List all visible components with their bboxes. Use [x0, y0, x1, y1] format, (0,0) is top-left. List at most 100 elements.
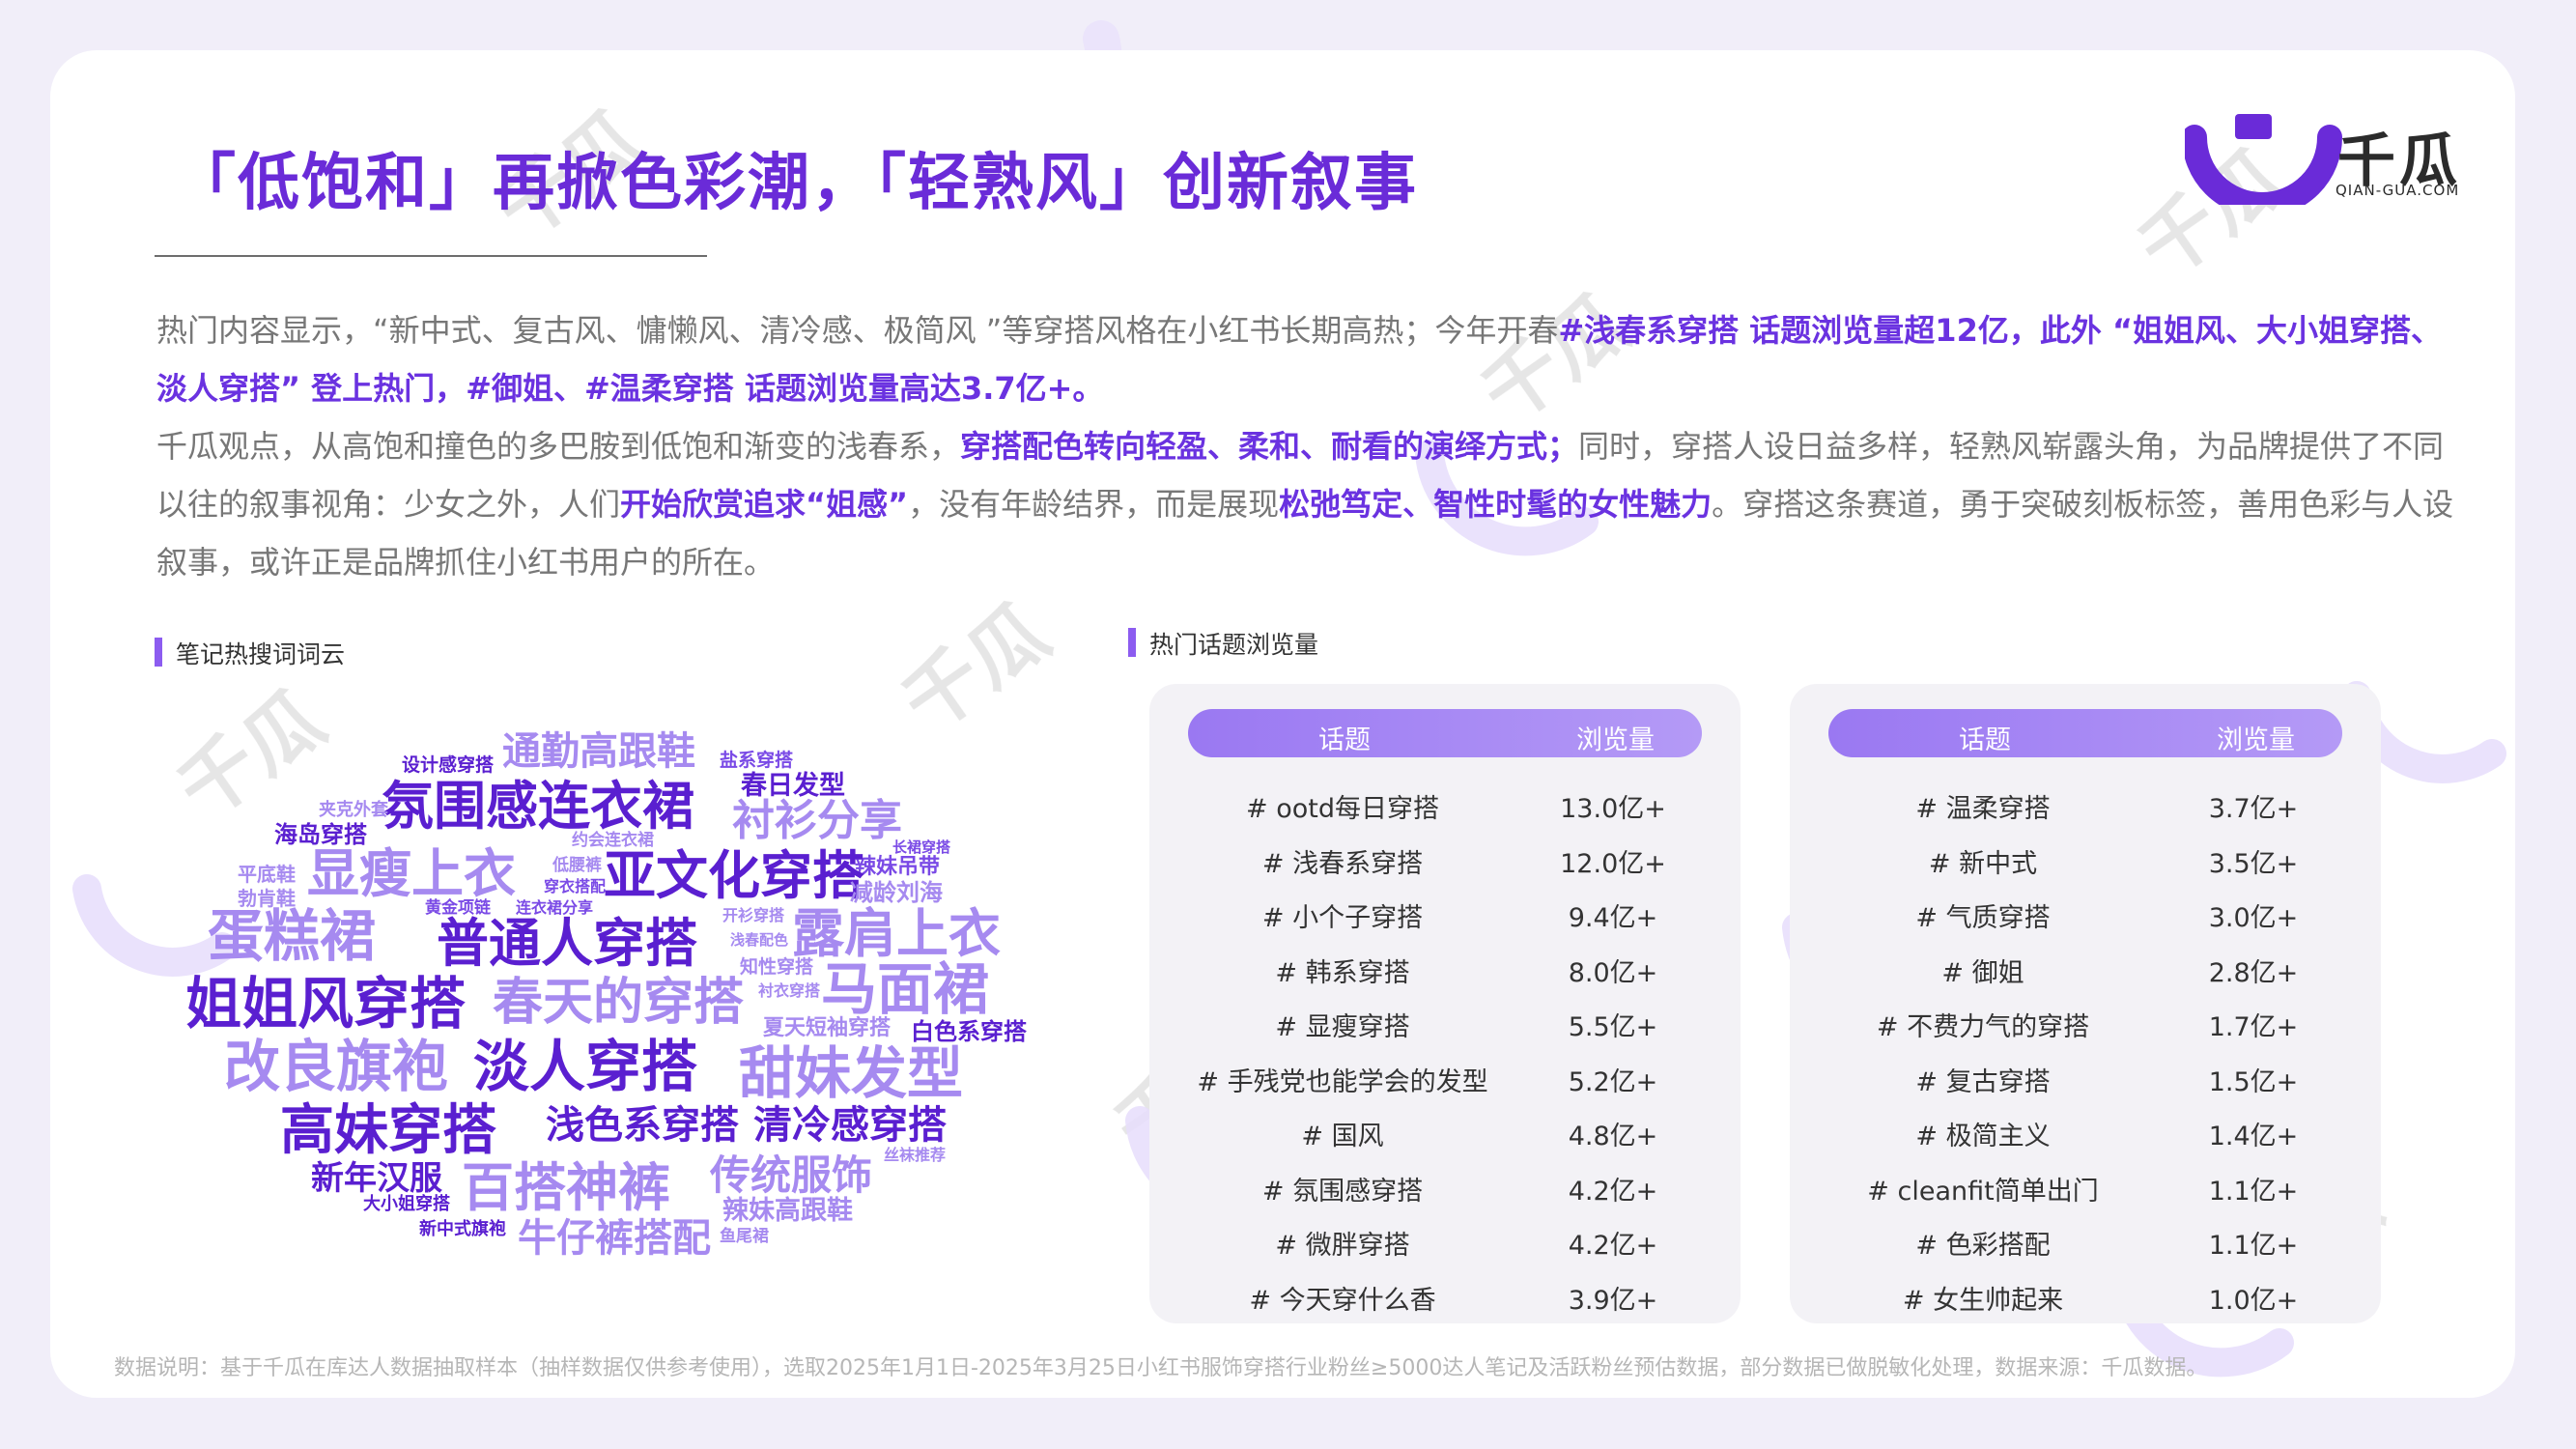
table-row: # 新中式 3.5亿+: [1790, 831, 2381, 885]
views-cell: 5.2亿+: [1568, 1066, 1658, 1097]
table-row: # 御姐 2.8亿+: [1790, 940, 2381, 994]
topic-table-right: 话题 浏览量 # 温柔穿搭 3.7亿+ # 新中式 3.5亿+ # 气质穿搭 3.0亿+ #…: [1790, 684, 2381, 1323]
topic-cell: # 温柔穿搭: [1915, 794, 2051, 824]
cloud-word: 衬衣穿搭: [758, 981, 821, 1000]
table-row: # 显瘦穿搭 5.5亿+: [1149, 994, 1741, 1048]
section-title-table: 热门话题浏览量: [1128, 626, 1318, 661]
cloud-word: 春日发型: [741, 771, 845, 801]
table-row: # cleanfit简单出门 1.1亿+: [1790, 1158, 2381, 1212]
topic-table-left: 话题 浏览量 # ootd每日穿搭 13.0亿+ # 浅春系穿搭 12.0亿+ # 小个…: [1149, 684, 1741, 1323]
views-cell: 12.0亿+: [1560, 848, 1666, 879]
cloud-word: 显瘦上衣: [307, 843, 516, 904]
views-cell: 1.5亿+: [2208, 1066, 2299, 1097]
views-cell: 1.1亿+: [2208, 1176, 2299, 1207]
header-views: 浏览量: [1576, 725, 1655, 755]
cloud-word: 新年汉服: [311, 1159, 442, 1198]
topic-cell: # 女生帅起来: [1902, 1285, 2064, 1316]
views-cell: 4.2亿+: [1568, 1176, 1658, 1207]
highlight-text: 松弛笃定、智性时髦的女性魅力: [1279, 486, 1713, 523]
cloud-word: 淡人穿搭: [473, 1034, 698, 1099]
topic-cell: # 手残党也能学会的发型: [1197, 1066, 1488, 1097]
cloud-word: 夹克外套: [319, 800, 388, 820]
cloud-word: 开衫穿搭: [722, 906, 785, 924]
topic-cell: # 不费力气的穿搭: [1876, 1012, 2090, 1042]
cloud-word: 新中式旗袍: [419, 1219, 506, 1239]
table-row: # 微胖穿搭 4.2亿+: [1149, 1212, 1741, 1266]
topic-cell: # ootd每日穿搭: [1246, 794, 1439, 824]
cloud-word: 普通人穿搭: [437, 913, 697, 974]
topic-cell: # 显瘦穿搭: [1275, 1012, 1410, 1042]
data-footnote: 数据说明：基于千瓜在库达人数据抽取样本（抽样数据仅供参考使用），选取2025年1…: [114, 1356, 2208, 1380]
views-cell: 8.0亿+: [1568, 957, 1658, 988]
section-bar: [1128, 628, 1136, 657]
topic-cell: # 色彩搭配: [1915, 1231, 2051, 1261]
table-row: # 复古穿搭 1.5亿+: [1790, 1049, 2381, 1103]
word-cloud: 通勤高跟鞋 盐系穿搭 设计感穿搭 春日发型 氛围感连衣裙 夹克外套 海岛穿搭 衬衫分享 长裙穿搭…: [0, 0, 1062, 1352]
topic-cell: # 极简主义: [1915, 1122, 2051, 1151]
table-row: # 国风 4.8亿+: [1149, 1103, 1741, 1157]
table-row: # 韩系穿搭 8.0亿+: [1149, 940, 1741, 994]
header-topic: 话题: [1959, 725, 2011, 755]
cloud-word: 知性穿搭: [740, 956, 814, 978]
views-cell: 4.2亿+: [1568, 1231, 1658, 1261]
cloud-word: 减龄刘海: [850, 879, 943, 906]
cloud-word: 衬衫分享: [732, 796, 902, 845]
views-cell: 3.9亿+: [1568, 1285, 1658, 1316]
cloud-word: 穿衣搭配: [544, 877, 607, 895]
cloud-word: 牛仔裤搭配: [518, 1216, 711, 1261]
topic-cell: # cleanfit简单出门: [1867, 1176, 2099, 1207]
views-cell: 13.0亿+: [1560, 794, 1666, 824]
cloud-word: 设计感穿搭: [402, 754, 495, 776]
topic-cell: # 浅春系穿搭: [1261, 848, 1424, 879]
views-cell: 5.5亿+: [1568, 1012, 1658, 1042]
cloud-word: 甜妹发型: [739, 1040, 964, 1106]
cloud-word: 清冷感穿搭: [753, 1103, 947, 1148]
topic-cell: # 复古穿搭: [1915, 1066, 2051, 1097]
cloud-word: 春天的穿搭: [493, 974, 745, 1032]
cloud-word: 丝袜推荐: [884, 1146, 947, 1164]
table-row: # 温柔穿搭 3.7亿+: [1790, 776, 2381, 830]
topic-cell: # 御姐: [1941, 957, 2024, 988]
cloud-word: 氛围感连衣裙: [382, 776, 694, 837]
cloud-word: 浅春配色: [730, 931, 789, 949]
table-header: 话题 浏览量: [1828, 709, 2342, 757]
header-views: 浏览量: [2217, 725, 2295, 755]
views-cell: 9.4亿+: [1568, 903, 1658, 933]
section-title-text: 热门话题浏览量: [1149, 631, 1319, 659]
views-cell: 1.1亿+: [2208, 1231, 2299, 1261]
header-topic: 话题: [1318, 725, 1371, 755]
cloud-word: 大小姐穿搭: [363, 1194, 450, 1214]
cloud-word: 姐姐风穿搭: [185, 971, 467, 1037]
topic-cell: # 今天穿什么香: [1249, 1285, 1436, 1316]
cloud-word: 改良旗袍: [224, 1034, 449, 1099]
cloud-word: 露肩上衣: [792, 903, 1001, 964]
cloud-word: 通勤高跟鞋: [502, 729, 695, 774]
table-header: 话题 浏览量: [1188, 709, 1702, 757]
cloud-word: 蛋糕裙: [208, 903, 377, 969]
topic-cell: # 微胖穿搭: [1275, 1231, 1410, 1261]
topic-cell: # 气质穿搭: [1915, 903, 2051, 933]
cloud-word: 低腰裤: [552, 856, 602, 875]
views-cell: 1.7亿+: [2208, 1012, 2299, 1042]
views-cell: 4.8亿+: [1568, 1122, 1658, 1151]
topic-cell: # 韩系穿搭: [1275, 957, 1410, 988]
cloud-word: 亚文化穿搭: [604, 845, 864, 906]
cloud-word: 浅色系穿搭: [546, 1103, 739, 1148]
table-row: # ootd每日穿搭 13.0亿+: [1149, 776, 1741, 830]
table-row: # 气质穿搭 3.0亿+: [1790, 885, 2381, 939]
topic-cell: # 小个子穿搭: [1261, 903, 1424, 933]
views-cell: 3.7亿+: [2208, 794, 2299, 824]
cloud-word: 马面裙: [821, 956, 990, 1022]
views-cell: 3.5亿+: [2208, 848, 2299, 879]
topic-cell: # 新中式: [1928, 848, 2038, 879]
table-row: # 手残党也能学会的发型 5.2亿+: [1149, 1049, 1741, 1103]
cloud-word: 百搭神裤: [462, 1157, 670, 1218]
table-row: # 色彩搭配 1.1亿+: [1790, 1212, 2381, 1266]
topic-cell: # 国风: [1301, 1122, 1384, 1151]
cloud-word: 传统服饰: [710, 1151, 873, 1199]
table-row: # 不费力气的穿搭 1.7亿+: [1790, 994, 2381, 1048]
table-row: # 氛围感穿搭 4.2亿+: [1149, 1158, 1741, 1212]
topic-cell: # 氛围感穿搭: [1261, 1176, 1424, 1207]
views-cell: 1.4亿+: [2208, 1122, 2299, 1151]
views-cell: 1.0亿+: [2208, 1285, 2299, 1316]
